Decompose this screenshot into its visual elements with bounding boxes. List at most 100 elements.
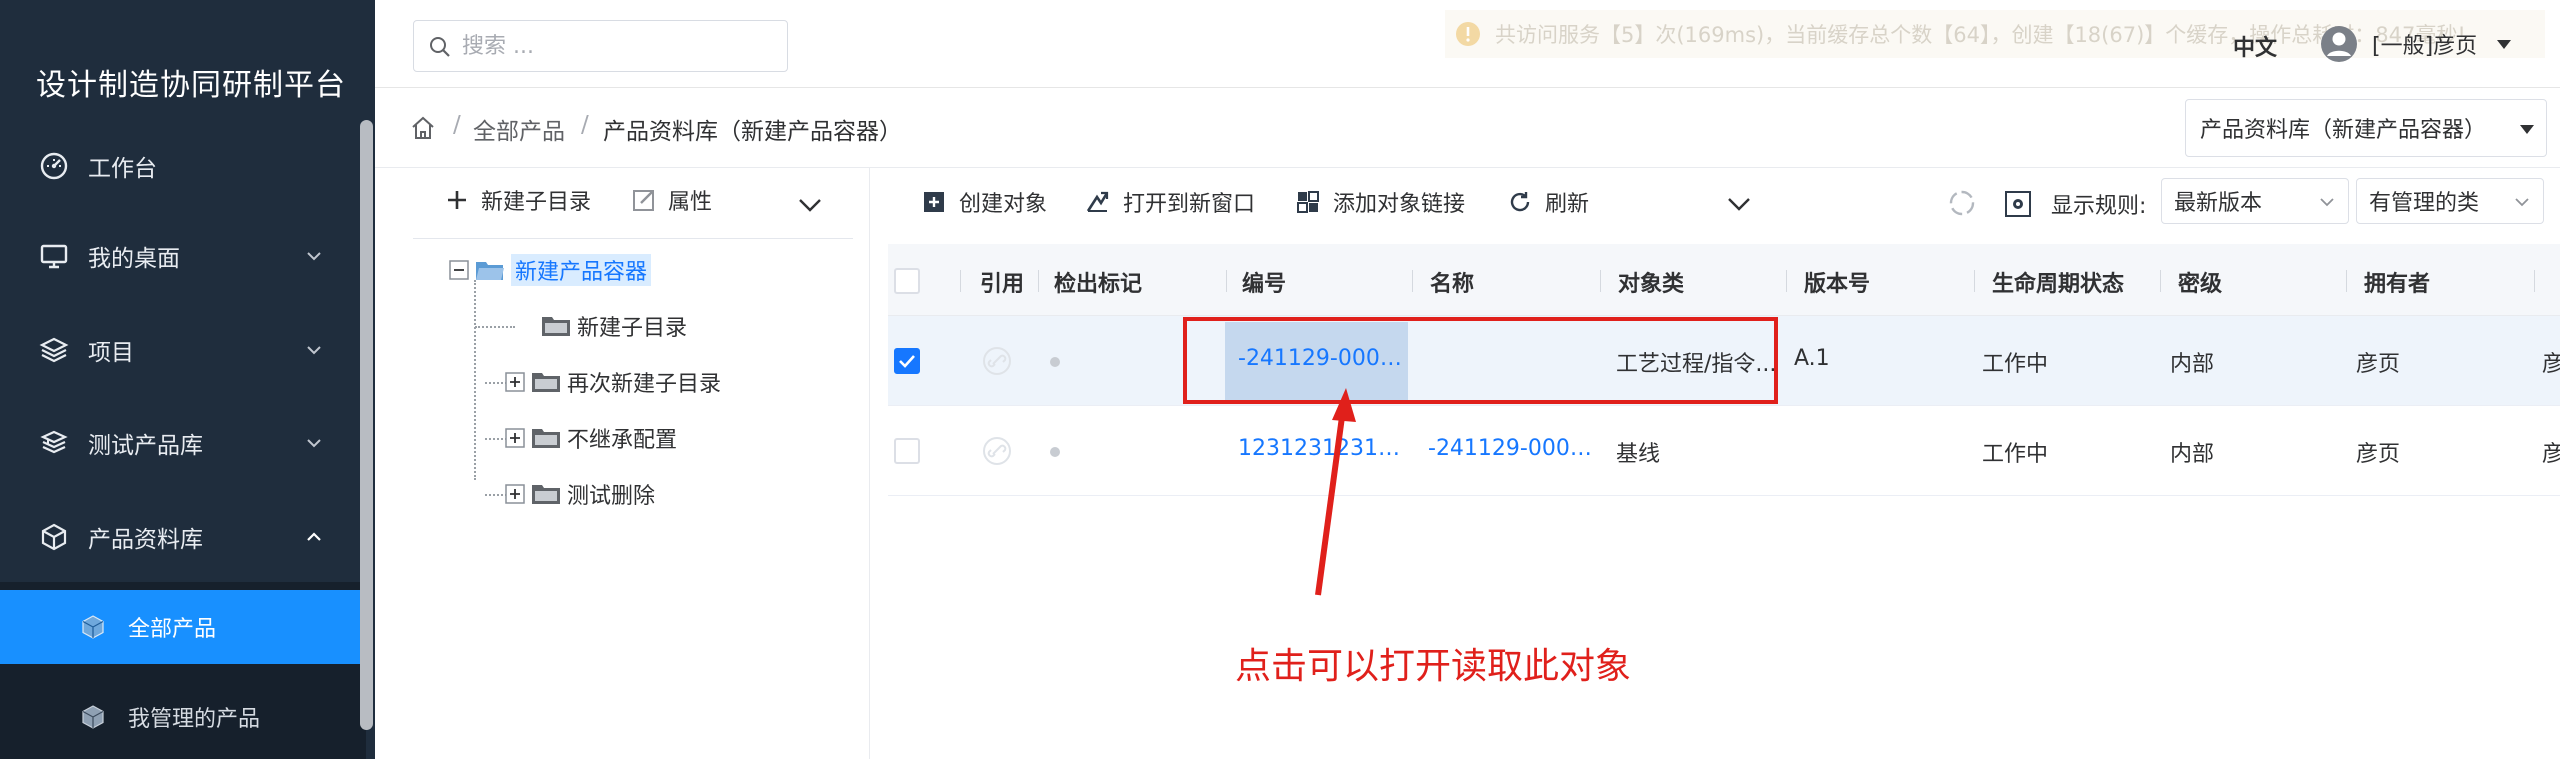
chevron-up-icon	[307, 532, 321, 541]
folder-tree-panel: 新建子目录 属性 新建产品容器 新建子目录 再次新建子目录 不继承配置 测试删除	[375, 168, 870, 759]
column-separator	[2534, 270, 2535, 292]
tree-node-label: 不继承配置	[567, 428, 678, 453]
table-row[interactable]: 12312312312... -241129-0000... 基线 工作中 内部…	[888, 406, 2560, 496]
breadcrumb-all-products[interactable]: 全部产品	[473, 112, 565, 146]
link-icon	[983, 347, 1011, 375]
sidebar-subitem-label: 全部产品	[128, 617, 217, 642]
column-header-checkout[interactable]: 检出标记	[1054, 266, 1142, 298]
tree-node-child[interactable]: 测试删除	[505, 478, 655, 510]
user-menu[interactable]: [一般]彦页	[2320, 24, 2513, 64]
expand-icon[interactable]	[505, 372, 525, 392]
column-separator	[1786, 270, 1787, 292]
version-select[interactable]: 最新版本	[2161, 178, 2349, 224]
expand-icon[interactable]	[505, 484, 525, 504]
open-window-icon	[1086, 191, 1109, 212]
sidebar-item-product-library[interactable]: 产品资料库	[0, 497, 366, 577]
settings-icon[interactable]	[2004, 190, 2032, 218]
create-object-button[interactable]: 创建对象	[921, 186, 1047, 218]
sidebar-subitem-my-products[interactable]: 我管理的产品	[0, 680, 360, 754]
breadcrumb-separator: /	[581, 112, 589, 138]
column-header-lifecycle[interactable]: 生命周期状态	[1992, 266, 2124, 298]
tree-node-child[interactable]: 再次新建子目录	[505, 366, 721, 398]
sidebar-subitem-all-products[interactable]: 全部产品	[0, 590, 360, 664]
sidebar: 设计制造协同研制平台 工作台 我的桌面 项目 测试产品库 产品资料库 全部产品 …	[0, 0, 375, 759]
column-header-name[interactable]: 名称	[1430, 266, 1474, 298]
object-class: 基线	[1616, 442, 1661, 467]
language-switch[interactable]: 中文	[2233, 30, 2277, 62]
tree-node-root[interactable]: 新建产品容器	[449, 254, 652, 286]
sidebar-item-my-desktop[interactable]: 我的桌面	[0, 216, 366, 296]
tree-divider	[413, 238, 853, 239]
sidebar-item-test-library[interactable]: 测试产品库	[0, 403, 366, 483]
cube-icon	[38, 521, 70, 553]
chevron-down-icon	[2515, 198, 2529, 207]
properties-button[interactable]: 属性	[630, 184, 712, 216]
loading-icon[interactable]	[1947, 188, 1977, 218]
folder-icon	[542, 317, 570, 336]
add-link-button[interactable]: 添加对象链接	[1295, 186, 1465, 218]
object-owner: 彦页	[2356, 352, 2401, 377]
class-select[interactable]: 有管理的类	[2356, 178, 2544, 224]
column-header-ref[interactable]: 引用	[980, 266, 1024, 298]
tree-node-label: 测试删除	[567, 484, 656, 509]
object-secret: 内部	[2170, 442, 2215, 467]
breadcrumb: / 全部产品 / 产品资料库（新建产品容器） 产品资料库（新建产品容器）	[375, 88, 2560, 168]
link-icon	[983, 437, 1011, 465]
column-separator	[960, 270, 961, 292]
tree-toolbar: 新建子目录 属性	[375, 168, 870, 238]
folder-icon	[532, 429, 560, 448]
column-header-number[interactable]: 编号	[1242, 266, 1286, 298]
object-name-link[interactable]: -241129-0000...	[1428, 436, 1598, 461]
edit-icon	[633, 190, 654, 211]
sidebar-scrollbar[interactable]	[360, 120, 373, 730]
column-header-secret[interactable]: 密级	[2178, 266, 2222, 298]
column-header-owner[interactable]: 拥有者	[2364, 266, 2430, 298]
object-secret: 内部	[2170, 352, 2215, 377]
chevron-down-icon[interactable]	[1723, 188, 1755, 220]
column-separator	[1974, 270, 1975, 292]
column-header-version[interactable]: 版本号	[1804, 266, 1870, 298]
sidebar-item-label: 我的桌面	[88, 246, 180, 272]
link-blocks-icon	[1297, 191, 1319, 213]
tree-node-child[interactable]: 不继承配置	[505, 422, 677, 454]
sidebar-item-label: 测试产品库	[88, 433, 203, 459]
sidebar-item-workbench[interactable]: 工作台	[0, 126, 366, 206]
collapse-icon[interactable]	[449, 260, 469, 280]
container-select[interactable]: 产品资料库（新建产品容器）	[2185, 99, 2547, 157]
annotation-text: 点击可以打开读取此对象	[1235, 646, 1632, 687]
refresh-icon	[1510, 192, 1530, 212]
container-select-value: 产品资料库（新建产品容器）	[2200, 118, 2487, 143]
monitor-icon	[38, 240, 70, 272]
tree-node-child[interactable]: 新建子目录	[541, 310, 687, 342]
column-header-object-class[interactable]: 对象类	[1618, 266, 1684, 298]
warning-icon	[1456, 22, 1480, 46]
row-checkbox[interactable]	[894, 438, 920, 464]
sidebar-item-project[interactable]: 项目	[0, 310, 366, 390]
breadcrumb-separator: /	[453, 112, 461, 138]
open-new-window-button[interactable]: 打开到新窗口	[1085, 186, 1255, 218]
column-separator	[1038, 270, 1039, 292]
column-separator	[1226, 270, 1227, 292]
chevron-down-icon[interactable]	[795, 190, 825, 220]
sidebar-subitem-label: 我管理的产品	[128, 707, 261, 732]
plus-icon	[448, 191, 466, 209]
refresh-button[interactable]: 刷新	[1507, 186, 1589, 218]
open-new-window-label: 打开到新窗口	[1123, 192, 1256, 217]
home-icon[interactable]	[409, 114, 437, 142]
new-folder-button[interactable]: 新建子目录	[443, 184, 591, 216]
select-all-checkbox[interactable]	[894, 268, 920, 294]
top-header: 共访问服务【5】次(169ms)，当前缓存总个数【64】，创建【18(67)】个…	[375, 0, 2560, 88]
create-object-label: 创建对象	[959, 192, 1048, 217]
sidebar-item-label: 工作台	[88, 156, 157, 182]
search-input[interactable]	[462, 33, 762, 59]
caret-down-icon	[2497, 40, 2512, 49]
user-name: [一般]彦页	[2372, 34, 2478, 59]
column-separator	[2346, 270, 2347, 292]
column-separator	[2160, 270, 2161, 292]
tree-connector	[475, 326, 515, 328]
object-extra: 彦	[2542, 346, 2560, 378]
search-box[interactable]	[413, 20, 788, 72]
row-checkbox[interactable]	[894, 348, 920, 374]
object-version: A.1	[1794, 346, 1830, 371]
expand-icon[interactable]	[505, 428, 525, 448]
